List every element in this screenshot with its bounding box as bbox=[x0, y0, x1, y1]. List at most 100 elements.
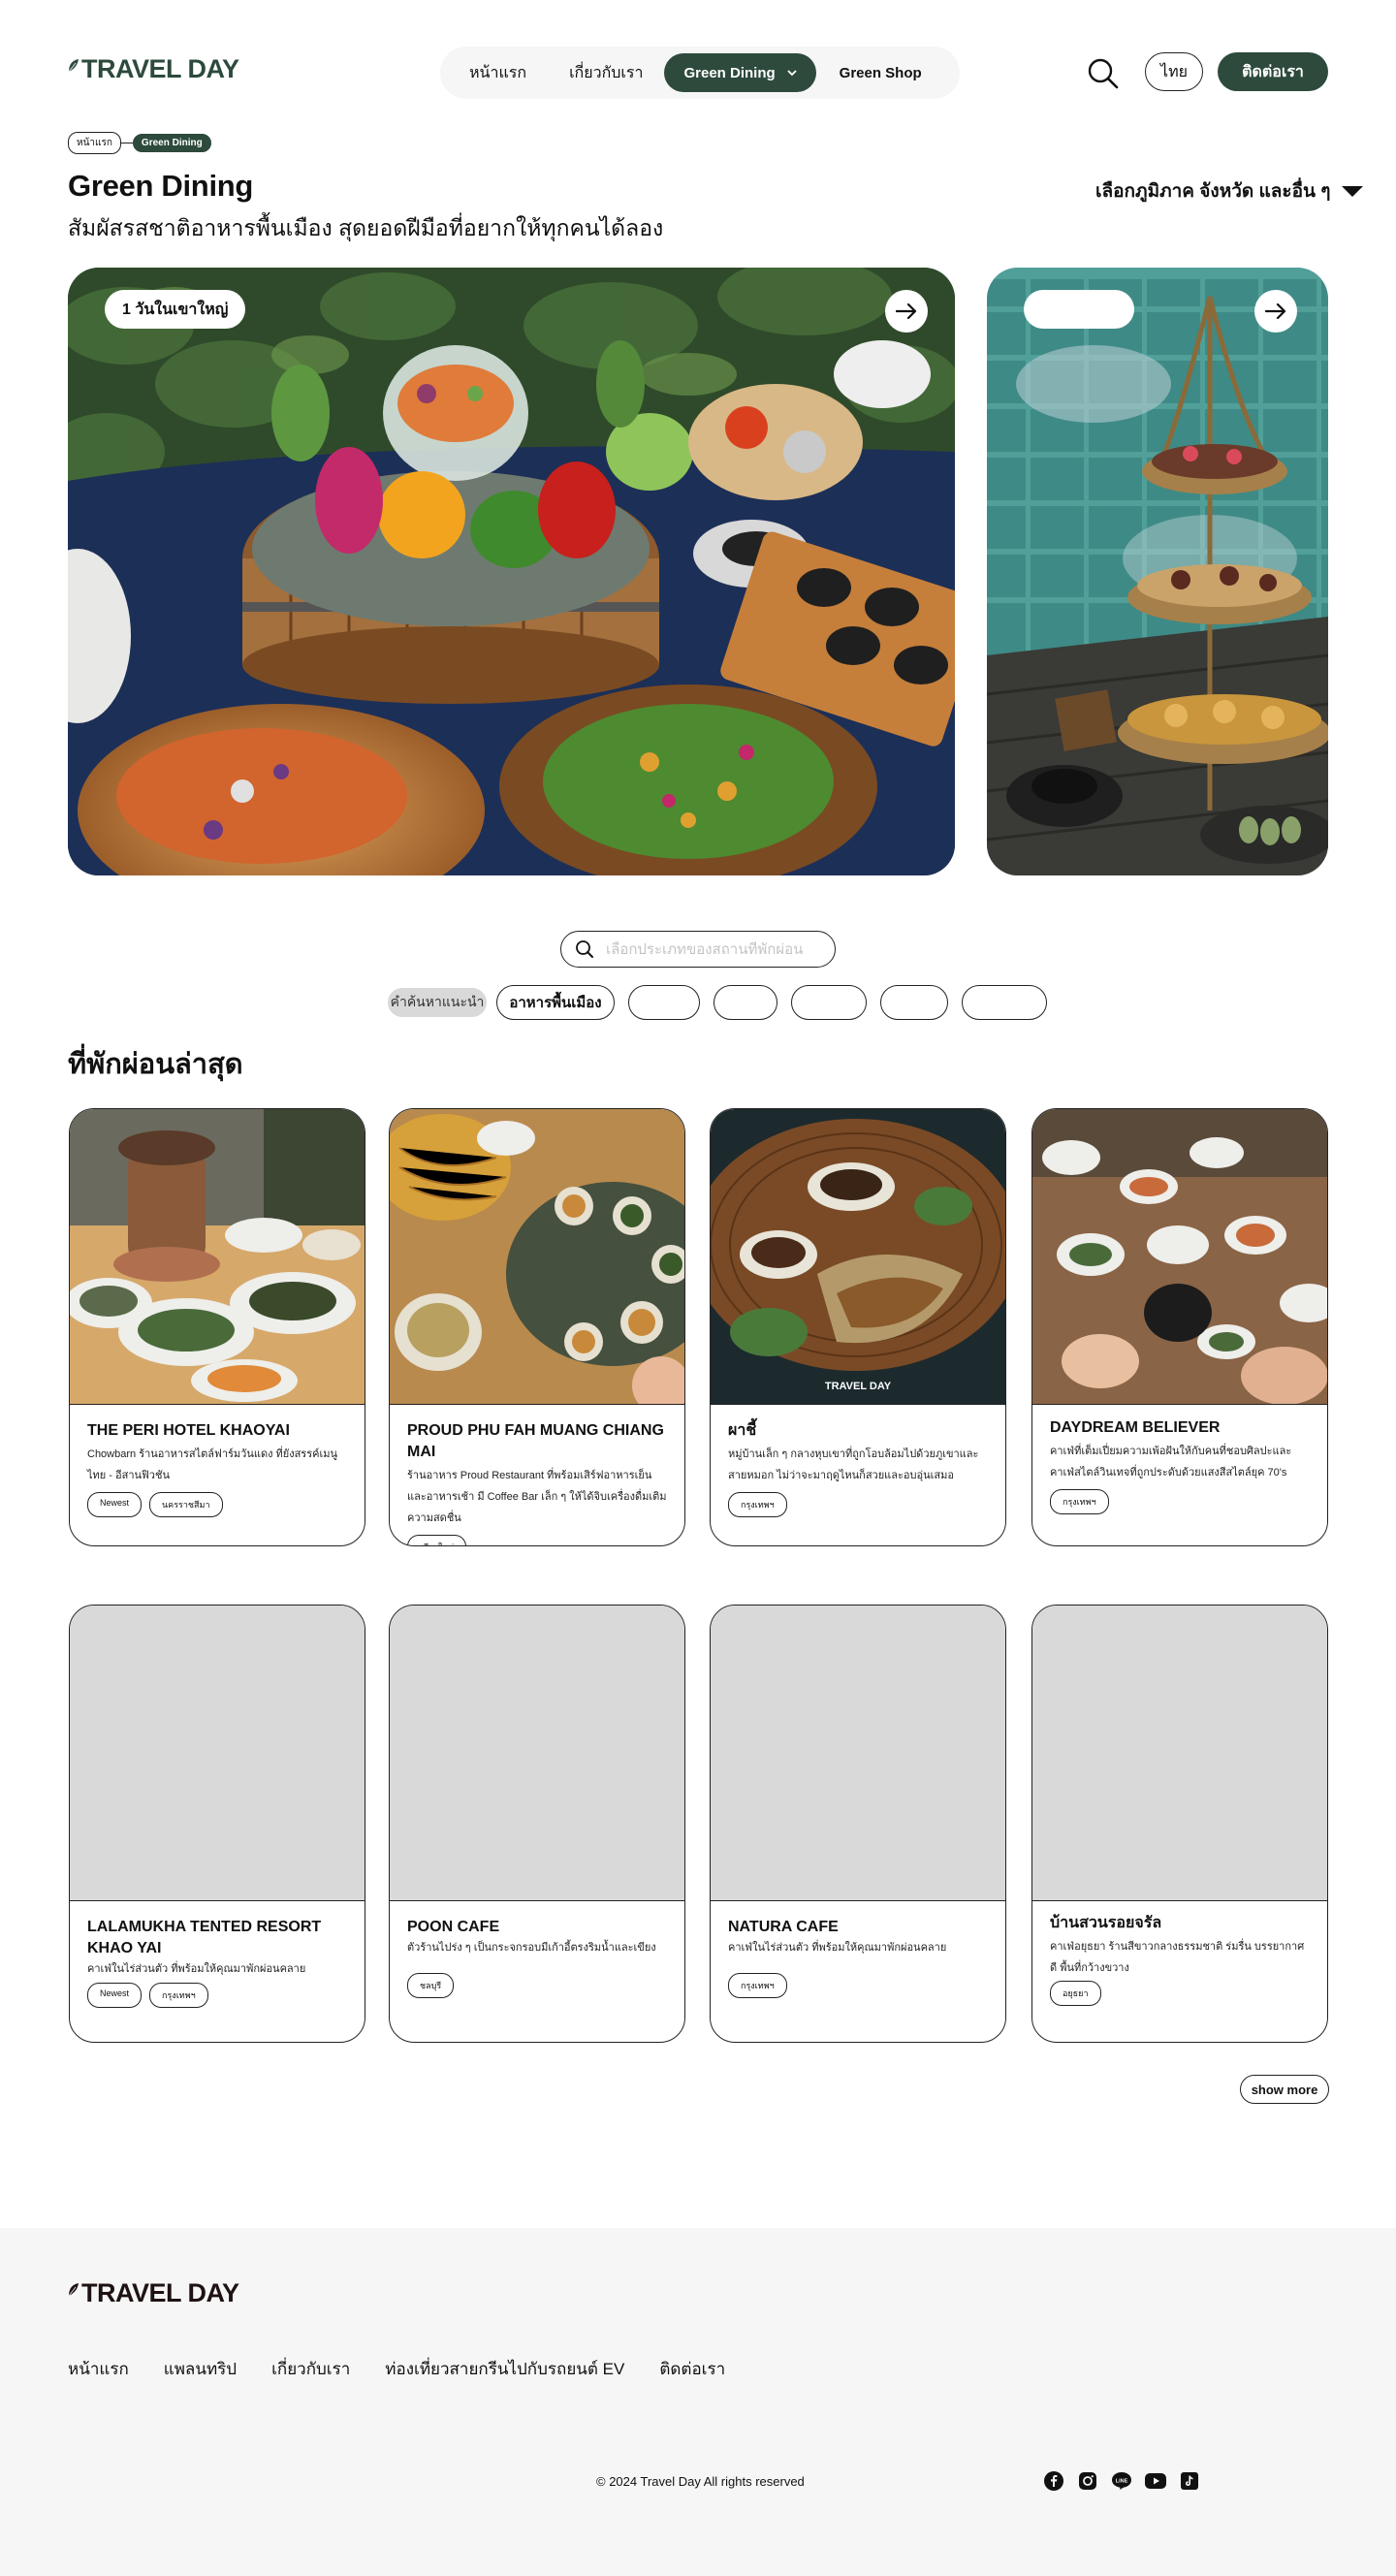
place-card-tag[interactable]: นครราชสีมา bbox=[149, 1492, 223, 1517]
place-card-tag[interactable]: Newest bbox=[87, 1492, 143, 1517]
facebook-icon[interactable] bbox=[1043, 2470, 1064, 2492]
logo-text: TRAVEL DAY bbox=[81, 54, 239, 83]
region-select[interactable]: เลือกภูมิภาค จังหวัด และอื่น ๆ bbox=[1095, 176, 1364, 206]
place-card[interactable]: บ้านสวนรอยจรัล คาเฟ่อยุธยา ร้านสีขาวกลาง… bbox=[1031, 1605, 1328, 2043]
filter-label: คำค้นหาแนะนำ bbox=[388, 988, 487, 1017]
hero-next-button[interactable] bbox=[885, 290, 928, 333]
place-card[interactable]: DAYDREAM BELIEVER คาเฟ่ที่เต็มเปี่ยมความ… bbox=[1031, 1108, 1328, 1546]
site-logo[interactable]: TRAVEL DAY bbox=[68, 54, 239, 84]
arrow-right-icon bbox=[896, 303, 917, 319]
language-button[interactable]: ไทย bbox=[1145, 52, 1203, 91]
hero-next-button[interactable] bbox=[1254, 290, 1297, 333]
footer-link-contact[interactable]: ติดต่อเรา bbox=[659, 2356, 725, 2382]
place-card-title: POON CAFE bbox=[407, 1919, 500, 1935]
place-card-description: หมู่บ้านเล็ก ๆ กลางหุบเขาที่ถูกโอบล้อมไป… bbox=[728, 1448, 979, 1481]
filter-chip[interactable]: อาหารพื้นเมือง bbox=[496, 985, 615, 1020]
nav-item-green-dining-label: Green Dining bbox=[683, 64, 776, 81]
place-card-description: คาเฟ่อยุธยา ร้านสีขาวกลางธรรมชาติ ร่มรื่… bbox=[1050, 1941, 1305, 1974]
thumb-watermark: TRAVEL DAY bbox=[824, 1381, 892, 1392]
page-subtitle: สัมผัสรสชาติอาหารพื้นเมือง สุดยอดฝีมือที… bbox=[68, 215, 664, 240]
place-card-description: Chowbarn ร้านอาหารสไตล์ฟาร์มวันแดง ที่ยั… bbox=[87, 1448, 338, 1481]
place-card-image: TRAVEL DAY bbox=[711, 1109, 1005, 1405]
place-card-description: คาเฟ่ในไร่ส่วนตัว ที่พร้อมให้คุณมาพักผ่อ… bbox=[728, 1942, 947, 1954]
show-more-button[interactable]: show more bbox=[1240, 2075, 1329, 2104]
caret-down-icon bbox=[1342, 185, 1364, 197]
footer-links: หน้าแรก แพลนทริป เกี่ยวกับเรา ท่องเที่ยว… bbox=[68, 2356, 760, 2382]
place-card-image-placeholder bbox=[390, 1606, 684, 1901]
place-card-description: คาเฟ่ที่เต็มเปี่ยมความเพ้อฝันให้กับคนที่… bbox=[1050, 1446, 1292, 1479]
hero-card-secondary[interactable] bbox=[987, 268, 1328, 875]
place-card-title: LALAMUKHA TENTED RESORT KHAO YAI bbox=[87, 1919, 322, 1956]
hero-card-primary[interactable]: 1 วันในเขาใหญ่ bbox=[68, 268, 955, 875]
footer-logo[interactable]: TRAVEL DAY bbox=[68, 2278, 239, 2308]
region-select-label: เลือกภูมิภาค จังหวัด และอื่น ๆ bbox=[1095, 181, 1331, 202]
youtube-icon[interactable] bbox=[1145, 2470, 1166, 2492]
hero-image-food-spread bbox=[68, 268, 955, 875]
place-search[interactable] bbox=[560, 931, 836, 968]
place-card-description: ตัวร้านไปร่ง ๆ เป็นกระจกรอบมีเก้าอี้ตรงร… bbox=[407, 1942, 656, 1954]
place-card-title: THE PERI HOTEL KHAOYAI bbox=[87, 1422, 290, 1439]
site-footer: TRAVEL DAY หน้าแรก แพลนทริป เกี่ยวกับเรา… bbox=[0, 2228, 1396, 2576]
place-card-tag[interactable]: ชลบุรี bbox=[407, 1973, 455, 1998]
place-card-title: DAYDREAM BELIEVER bbox=[1050, 1419, 1221, 1436]
social-links: LINE bbox=[1043, 2470, 1213, 2492]
place-card[interactable]: PROUD PHU FAH MUANG CHIANG MAI ร้านอาหาร… bbox=[389, 1108, 685, 1546]
place-card-tag[interactable]: Newest bbox=[87, 1983, 143, 2008]
page-title: Green Dining bbox=[68, 169, 254, 203]
contact-button[interactable]: ติดต่อเรา bbox=[1218, 52, 1328, 91]
place-card-tag[interactable]: อยุธยา bbox=[1050, 1981, 1101, 2006]
header-search-button[interactable] bbox=[1086, 56, 1121, 91]
logo-text: TRAVEL DAY bbox=[81, 2278, 239, 2307]
place-card-title: ผาชี้ bbox=[728, 1422, 757, 1439]
nav-item-about[interactable]: เกี่ยวกับเรา bbox=[548, 53, 664, 92]
place-card-description: ร้านอาหาร Proud Restaurant ที่พร้อมเสิร์… bbox=[407, 1470, 667, 1524]
filter-chip[interactable] bbox=[628, 985, 700, 1020]
place-card-tag[interactable]: เชียงใหม่ bbox=[407, 1535, 467, 1545]
arrow-right-icon bbox=[1265, 303, 1286, 319]
svg-text:LINE: LINE bbox=[1116, 2479, 1128, 2485]
place-card[interactable]: TRAVEL DAY ผาชี้ หมู่บ้านเล็ก ๆ กลางหุบเ… bbox=[710, 1108, 1006, 1546]
nav-item-home[interactable]: หน้าแรก bbox=[448, 53, 548, 92]
footer-link-home[interactable]: หน้าแรก bbox=[68, 2356, 129, 2382]
main-nav: หน้าแรก เกี่ยวกับเรา Green Dining Green … bbox=[440, 47, 960, 99]
place-card-image bbox=[70, 1109, 365, 1405]
place-search-input[interactable] bbox=[606, 940, 819, 958]
search-icon bbox=[576, 940, 593, 958]
filter-chip[interactable] bbox=[714, 985, 777, 1020]
footer-link-about[interactable]: เกี่ยวกับเรา bbox=[271, 2356, 350, 2382]
line-icon[interactable]: LINE bbox=[1111, 2470, 1132, 2492]
filter-chip[interactable] bbox=[962, 985, 1047, 1020]
place-card-tag[interactable]: กรุงเทพฯ bbox=[149, 1983, 208, 2008]
filter-chip[interactable] bbox=[880, 985, 948, 1020]
breadcrumb-home[interactable]: หน้าแรก bbox=[68, 132, 121, 154]
place-card[interactable]: THE PERI HOTEL KHAOYAI Chowbarn ร้านอาหา… bbox=[69, 1108, 365, 1546]
filter-chip[interactable] bbox=[791, 985, 867, 1020]
breadcrumb-current: Green Dining bbox=[132, 134, 211, 152]
instagram-icon[interactable] bbox=[1077, 2470, 1098, 2492]
leaf-icon bbox=[68, 2282, 79, 2296]
hero-image-afternoon-tea bbox=[987, 268, 1328, 875]
place-card[interactable]: NATURA CAFE คาเฟ่ในไร่ส่วนตัว ที่พร้อมให… bbox=[710, 1605, 1006, 2043]
nav-item-green-dining[interactable]: Green Dining bbox=[664, 53, 816, 92]
place-card-image-placeholder bbox=[70, 1606, 365, 1901]
footer-link-ev-travel[interactable]: ท่องเที่ยวสายกรีนไปกับรถยนต์ EV bbox=[385, 2356, 624, 2382]
place-card-title: PROUD PHU FAH MUANG CHIANG MAI bbox=[407, 1422, 664, 1460]
place-card-tag[interactable]: กรุงเทพฯ bbox=[1050, 1489, 1109, 1514]
chevron-down-icon bbox=[787, 69, 797, 76]
site-header: TRAVEL DAY หน้าแรก เกี่ยวกับเรา Green Di… bbox=[0, 0, 1396, 143]
footer-link-plan-trip[interactable]: แพลนทริป bbox=[164, 2356, 237, 2382]
section-title: ที่พักผ่อนล่าสุด bbox=[68, 1049, 243, 1080]
search-icon bbox=[1088, 58, 1119, 89]
place-card[interactable]: POON CAFE ตัวร้านไปร่ง ๆ เป็นกระจกรอบมีเ… bbox=[389, 1605, 685, 2043]
place-card-image-placeholder bbox=[711, 1606, 1005, 1901]
place-card[interactable]: LALAMUKHA TENTED RESORT KHAO YAI คาเฟ่ใน… bbox=[69, 1605, 365, 2043]
leaf-icon bbox=[68, 58, 79, 72]
copyright-text: © 2024 Travel Day All rights reserved bbox=[596, 2474, 805, 2489]
nav-item-green-shop[interactable]: Green Shop bbox=[816, 53, 943, 92]
hero-label: 1 วันในเขาใหญ่ bbox=[105, 290, 246, 329]
place-card-description: คาเฟ่ในไร่ส่วนตัว ที่พร้อมให้คุณมาพักผ่อ… bbox=[87, 1963, 306, 1975]
place-card-image bbox=[390, 1109, 684, 1405]
tiktok-icon[interactable] bbox=[1179, 2470, 1200, 2492]
place-card-tag[interactable]: กรุงเทพฯ bbox=[728, 1973, 787, 1998]
place-card-tag[interactable]: กรุงเทพฯ bbox=[728, 1492, 787, 1517]
